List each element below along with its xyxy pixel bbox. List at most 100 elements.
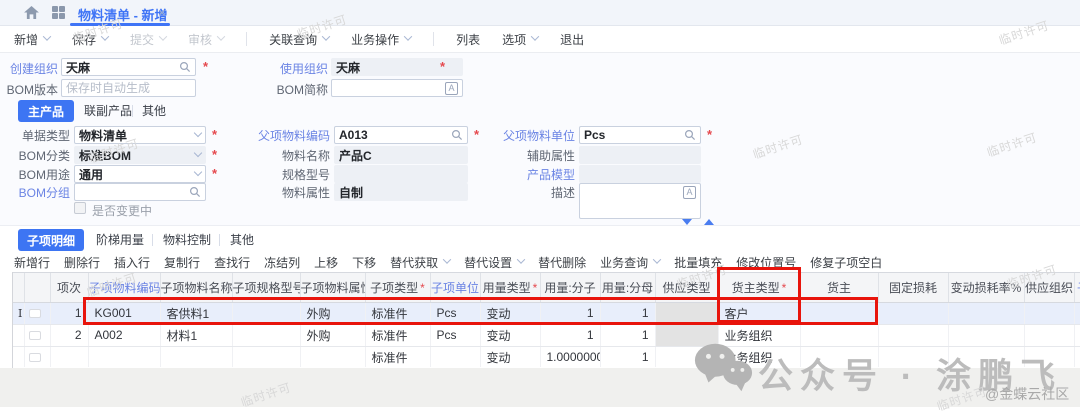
bom-short-label: BOM简称 [264, 81, 328, 99]
row-state-header [12, 273, 24, 302]
tab-material-control[interactable]: 物料控制 [163, 229, 211, 251]
col-child-attr[interactable]: 子项物料属性 [300, 273, 365, 302]
tab-main-product[interactable]: 主产品 [18, 100, 74, 122]
multilang-icon[interactable]: A [445, 82, 458, 95]
col-child-name[interactable]: 子项物料名称 [160, 273, 232, 302]
business-operation-button[interactable]: 业务操作 [351, 31, 411, 48]
chevron-down-icon [194, 149, 202, 157]
grid-header-row: 项次 子项物料编码 子项物料名称 子项规格型号 子项物料属性 子项类型* 子项单… [12, 273, 1080, 302]
mat-attr-field: 自制 [334, 183, 468, 201]
parent-unit-input[interactable]: Pcs [579, 126, 701, 144]
section-divider [0, 225, 1080, 226]
tab-step-usage[interactable]: 阶梯用量 [96, 229, 144, 251]
chevron-down-icon [101, 32, 109, 40]
parent-unit-label[interactable]: 父项物料单位 [470, 127, 575, 145]
required-marker: * [212, 166, 217, 181]
search-icon[interactable] [179, 61, 191, 73]
change-flag-checkbox[interactable] [74, 202, 86, 214]
substitute-get-button[interactable]: 替代获取 [390, 254, 450, 271]
product-model-label[interactable]: 产品模型 [470, 166, 575, 184]
mat-name-field: 产品C [334, 146, 468, 164]
substitute-set-button[interactable]: 替代设置 [464, 254, 524, 271]
new-button[interactable]: 新增 [14, 31, 50, 48]
copy-row-button[interactable]: 复制行 [164, 254, 200, 271]
col-supply-org[interactable]: 供应组织 [1024, 273, 1074, 302]
multilang-icon[interactable]: A [683, 186, 696, 199]
chevron-down-icon [43, 32, 51, 40]
find-row-button[interactable]: 查找行 [214, 254, 250, 271]
col-usage-numerator[interactable]: 用量:分子 [540, 273, 600, 302]
modify-position-button[interactable]: 修改位置号 [736, 254, 796, 271]
col-usage-denominator[interactable]: 用量:分母 [600, 273, 655, 302]
related-query-button[interactable]: 关联查询 [269, 31, 329, 48]
col-var-loss[interactable]: 变动损耗率% [948, 273, 1024, 302]
channel-watermark-subtitle: @金蝶云社区 [985, 384, 1069, 404]
tab-child-detail[interactable]: 子项明细 [18, 229, 84, 251]
doc-type-select[interactable]: 物料清单 [74, 126, 206, 144]
table-row[interactable]: 2 A002 材料1 外购 标准件 Pcs 变动 1 1 业务组织 [12, 324, 1080, 346]
audit-button[interactable]: 审核 [188, 31, 224, 48]
list-button[interactable]: 列表 [456, 31, 480, 48]
mat-name-label: 物料名称 [230, 147, 330, 165]
save-button[interactable]: 保存 [72, 31, 108, 48]
col-owner[interactable]: 货主 [800, 273, 878, 302]
bom-use-select[interactable]: 通用 [74, 165, 206, 183]
bom-short-input[interactable]: A [331, 79, 463, 97]
bom-group-label[interactable]: BOM分组 [0, 184, 70, 202]
batch-fill-button[interactable]: 批量填充 [674, 254, 722, 271]
business-query-button[interactable]: 业务查询 [600, 254, 660, 271]
spec-field [334, 165, 468, 183]
table-row[interactable]: I 1 KG001 客供料1 外购 标准件 Pcs 变动 1 1 客户 [12, 302, 1080, 324]
chevron-down-icon [517, 255, 525, 263]
tree-cell[interactable] [24, 324, 50, 346]
col-child-spec[interactable]: 子项规格型号 [232, 273, 300, 302]
submit-button[interactable]: 提交 [130, 31, 166, 48]
create-org-input[interactable]: 天麻 [61, 58, 196, 76]
col-partial[interactable]: 子项 [1074, 273, 1080, 302]
freeze-column-button[interactable]: 冻结列 [264, 254, 300, 271]
options-button[interactable]: 选项 [502, 31, 538, 48]
exit-button[interactable]: 退出 [560, 31, 584, 48]
aux-attr-label: 辅助属性 [470, 147, 575, 165]
col-index-header[interactable]: 项次 [50, 273, 88, 302]
tab-sub-other[interactable]: 其他 [230, 229, 254, 251]
home-icon[interactable] [24, 6, 39, 19]
substitute-delete-button[interactable]: 替代删除 [538, 254, 586, 271]
col-child-code[interactable]: 子项物料编码 [88, 273, 160, 302]
desc-textarea[interactable]: A [579, 183, 701, 219]
tree-cell[interactable] [24, 346, 50, 367]
document-tab-bar: 物料清单 - 新增 × [0, 0, 1080, 26]
bom-group-input[interactable] [74, 183, 206, 201]
parent-code-input[interactable]: A013 [334, 126, 468, 144]
chevron-down-icon [322, 32, 330, 40]
col-owner-type[interactable]: 货主类型* [718, 273, 800, 302]
chevron-down-icon [653, 255, 661, 263]
tab-bom-new[interactable]: 物料清单 - 新增 [78, 5, 168, 24]
col-child-unit[interactable]: 子项单位 [430, 273, 480, 302]
delete-row-button[interactable]: 删除行 [64, 254, 100, 271]
tab-other[interactable]: 其他 [142, 100, 166, 122]
insert-row-button[interactable]: 插入行 [114, 254, 150, 271]
tab-co-products[interactable]: 联副产品 [84, 100, 132, 122]
tab-divider [132, 105, 133, 117]
add-row-button[interactable]: 新增行 [14, 254, 50, 271]
move-up-button[interactable]: 上移 [314, 254, 338, 271]
tree-header [24, 273, 50, 302]
move-down-button[interactable]: 下移 [352, 254, 376, 271]
bom-version-input-field[interactable] [66, 81, 191, 95]
search-icon[interactable] [684, 129, 696, 141]
create-org-label: 创建组织 [6, 60, 58, 78]
col-child-type[interactable]: 子项类型* [365, 273, 430, 302]
search-icon[interactable] [189, 186, 201, 198]
chevron-down-icon [194, 129, 202, 137]
col-supply-type[interactable]: 供应类型 [655, 273, 718, 302]
tab-close-icon[interactable]: × [158, 5, 166, 20]
app-grid-icon[interactable] [52, 6, 65, 19]
search-icon[interactable] [451, 129, 463, 141]
col-fixed-loss[interactable]: 固定损耗 [878, 273, 948, 302]
fix-blank-child-button[interactable]: 修复子项空白 [810, 254, 882, 271]
tree-cell[interactable] [24, 302, 50, 324]
bom-version-input[interactable] [61, 79, 196, 97]
col-usage-type[interactable]: 用量类型* [480, 273, 540, 302]
parent-code-label[interactable]: 父项物料编码 [230, 127, 330, 145]
